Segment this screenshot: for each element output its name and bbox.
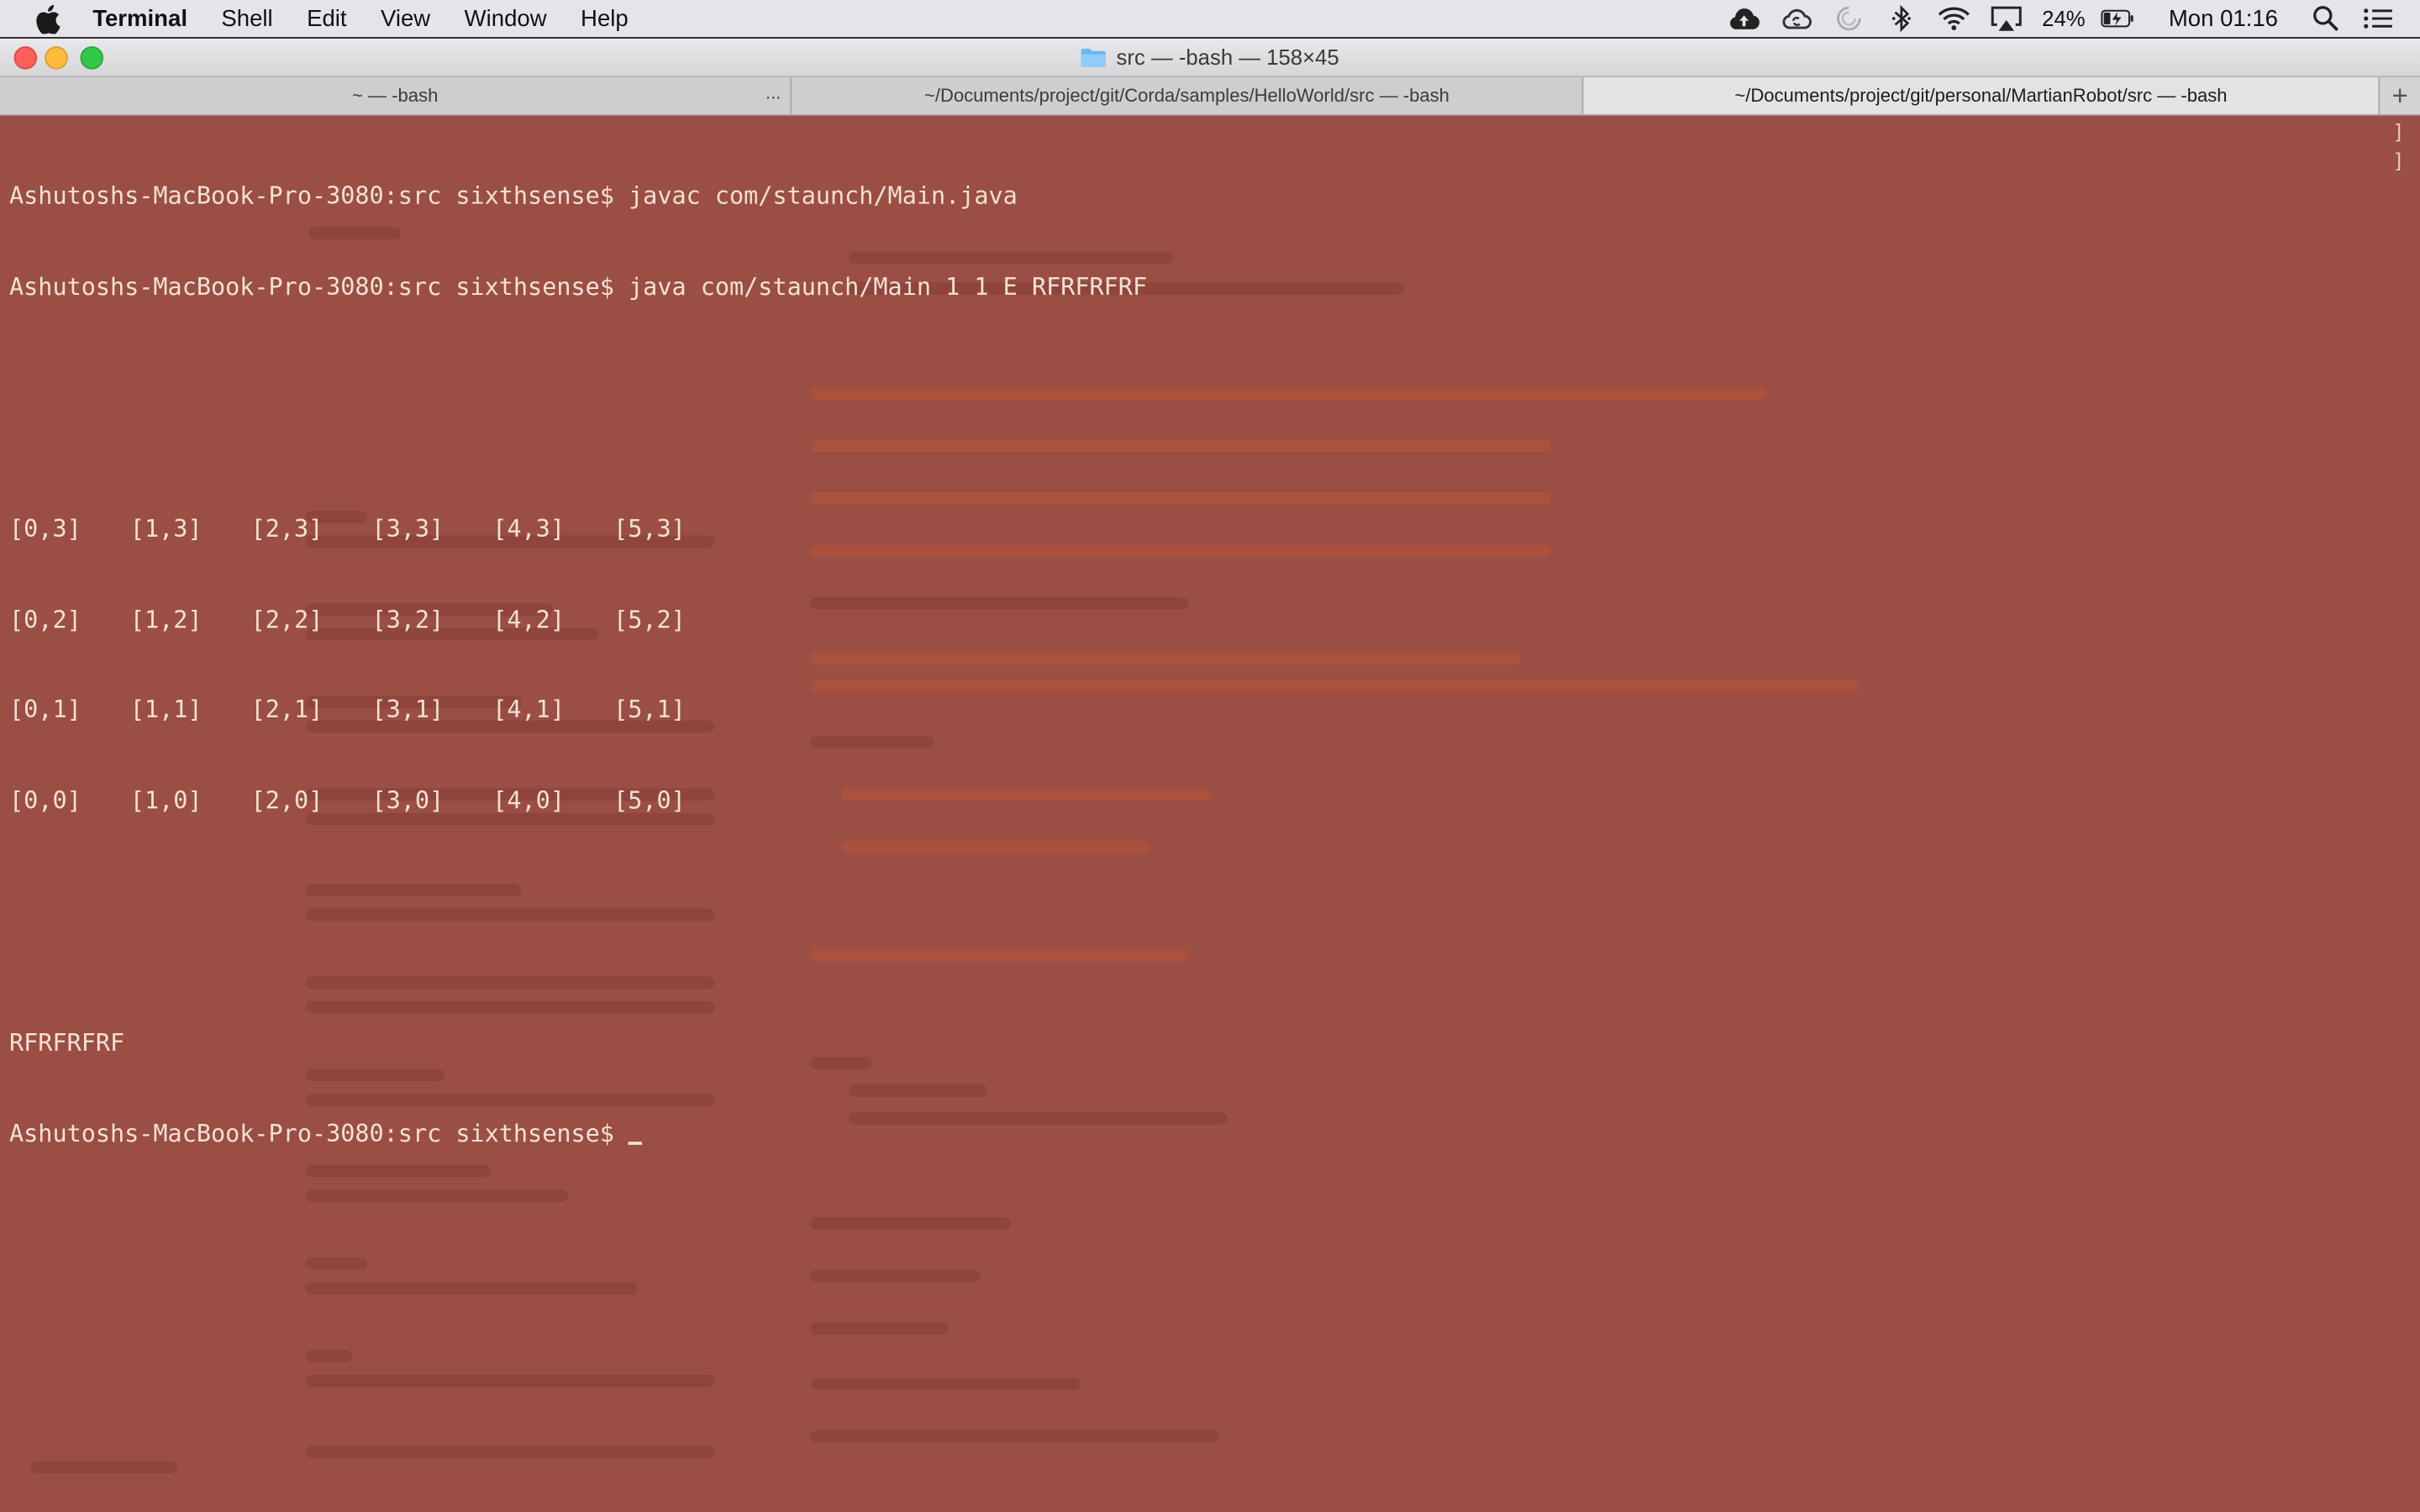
cloud-upload-icon[interactable]	[1727, 5, 1760, 33]
grid-row: [0,2] [1,2] [2,2] [3,2] [4,2] [5,2]	[9, 606, 1147, 636]
sync-spinner-icon[interactable]	[1832, 5, 1865, 33]
battery-percent: 24%	[2042, 6, 2086, 31]
spotlight-search-icon[interactable]	[2309, 5, 2343, 33]
grid-cell: [2,1]	[250, 696, 324, 724]
grid-cell: [0,2]	[9, 605, 82, 633]
prompt-line[interactable]: Ashutoshs-MacBook-Pro-3080:src sixthsens…	[9, 1120, 1147, 1150]
grid-cell: [3,0]	[371, 786, 445, 815]
tab-label: ~/Documents/project/git/personal/Martian…	[1734, 85, 2228, 107]
grid-cell: [0,1]	[9, 696, 82, 724]
menu-edit[interactable]: Edit	[307, 5, 346, 31]
grid-cell: [1,2]	[129, 605, 203, 633]
grid-cell: [0,3]	[9, 514, 82, 543]
scroll-marker: ]	[2392, 151, 2405, 175]
wifi-icon[interactable]	[1937, 5, 1970, 33]
grid-cell: [4,3]	[492, 514, 565, 543]
grid-cell: [4,2]	[492, 605, 565, 633]
folder-icon	[1081, 47, 1107, 66]
battery-charging-icon[interactable]	[2101, 5, 2134, 33]
tab-home-bash[interactable]: ~ — -bash ...	[0, 76, 792, 114]
grid-cell: [4,1]	[492, 696, 565, 724]
menu-view[interactable]: View	[381, 5, 430, 31]
command-line-javac: Ashutoshs-MacBook-Pro-3080:src sixthsens…	[9, 182, 1018, 211]
terminal-output[interactable]: Ashutoshs-MacBook-Pro-3080:src sixthsens…	[9, 122, 1147, 1210]
tab-label: ~/Documents/project/git/Corda/samples/He…	[923, 85, 1449, 107]
tab-overflow-icon[interactable]: ...	[765, 81, 781, 103]
program-output: RFRFRFRF	[9, 1028, 125, 1057]
window-titlebar[interactable]: src — -bash — 158×45	[0, 38, 2420, 77]
close-window-button[interactable]	[13, 46, 38, 70]
grid-cell: [1,0]	[129, 786, 203, 815]
bluetooth-icon[interactable]	[1885, 4, 1918, 33]
menu-app-terminal[interactable]: Terminal	[92, 5, 187, 31]
grid-cell: [5,2]	[613, 605, 686, 633]
grid-row: [0,1] [1,1] [2,1] [3,1] [4,1] [5,1]	[9, 696, 1147, 727]
terminal-view[interactable]: ] ] Ashutoshs-MacBook-Pro-3080:src sixth…	[0, 115, 2420, 1512]
menu-shell[interactable]: Shell	[221, 5, 272, 31]
menu-window[interactable]: Window	[465, 5, 547, 31]
creative-cloud-icon[interactable]	[1780, 5, 1813, 33]
grid-row: [0,0] [1,0] [2,0] [3,0] [4,0] [5,0]	[9, 787, 1147, 817]
grid-cell: [2,2]	[250, 605, 324, 633]
grid-cell: [3,2]	[371, 605, 445, 633]
grid-cell: [3,3]	[371, 514, 445, 543]
menu-bar: Terminal Shell Edit View Window Help 24%…	[0, 0, 2420, 38]
apple-icon[interactable]	[31, 2, 65, 35]
grid-row: [0,3] [1,3] [2,3] [3,3] [4,3] [5,3]	[9, 515, 1147, 545]
menubar-clock[interactable]: Mon 01:16	[2169, 5, 2278, 31]
grid-output: [0,3] [1,3] [2,3] [3,3] [4,3] [5,3] [0,2…	[9, 454, 1147, 878]
new-tab-plus-icon[interactable]: +	[2380, 76, 2420, 114]
tab-bar: ~ — -bash ... ~/Documents/project/git/Co…	[0, 76, 2420, 116]
grid-cell: [5,0]	[613, 786, 686, 815]
grid-cell: [2,0]	[250, 786, 324, 815]
menu-help[interactable]: Help	[581, 5, 629, 31]
grid-cell: [0,0]	[9, 786, 82, 815]
window-title-text: src — -bash — 158×45	[1116, 45, 1339, 70]
command-line-java: Ashutoshs-MacBook-Pro-3080:src sixthsens…	[9, 273, 1148, 302]
window-title: src — -bash — 158×45	[1081, 45, 1339, 70]
grid-cell: [2,3]	[250, 514, 324, 543]
grid-cell: [3,1]	[371, 696, 445, 724]
minimize-window-button[interactable]	[45, 46, 68, 70]
notification-center-icon[interactable]	[2361, 5, 2395, 33]
tab-martianrobot-bash[interactable]: ~/Documents/project/git/personal/Martian…	[1583, 76, 2381, 114]
scroll-marker: ]	[2392, 122, 2405, 145]
airplay-icon[interactable]	[1990, 5, 2023, 33]
grid-cell: [5,3]	[613, 514, 686, 543]
grid-cell: [1,3]	[129, 514, 203, 543]
prompt-text: Ashutoshs-MacBook-Pro-3080:src sixthsens…	[9, 1119, 629, 1147]
tab-label: ~ — -bash	[352, 85, 439, 107]
text-cursor	[629, 1141, 643, 1145]
zoom-window-button[interactable]	[80, 46, 104, 70]
grid-cell: [1,1]	[129, 696, 203, 724]
grid-cell: [4,0]	[492, 786, 565, 815]
tab-helloworld-bash[interactable]: ~/Documents/project/git/Corda/samples/He…	[792, 76, 1584, 114]
grid-cell: [5,1]	[613, 696, 686, 724]
